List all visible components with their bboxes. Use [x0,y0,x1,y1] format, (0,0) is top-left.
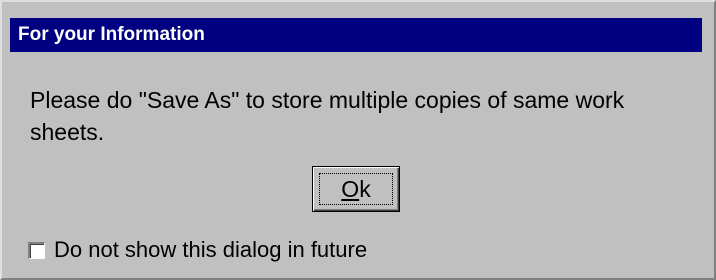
ok-button[interactable]: Ok [312,166,400,212]
info-dialog: For your Information Please do "Save As"… [0,0,716,280]
dialog-message: Please do "Save As" to store multiple co… [30,87,625,145]
dont-show-again-checkbox[interactable] [28,241,45,259]
dialog-title: For your Information [18,24,205,45]
dialog-title-bar: For your Information [10,18,702,52]
dont-show-again-option[interactable]: Do not show this dialog in future [28,237,367,263]
ok-button-focus-rect: Ok [319,173,393,205]
ok-button-label-rest: k [359,175,371,202]
ok-button-mnemonic: O [341,175,360,202]
dont-show-again-label[interactable]: Do not show this dialog in future [54,237,367,263]
